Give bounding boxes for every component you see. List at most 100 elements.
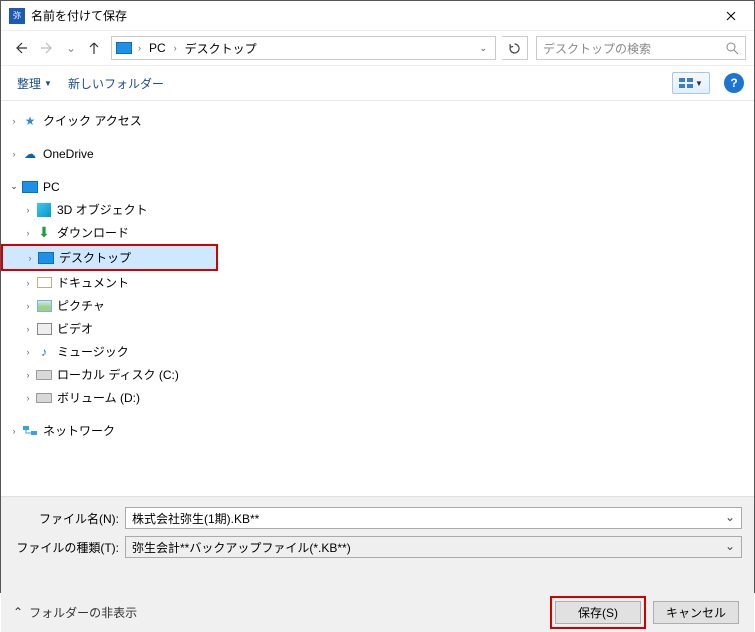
- music-icon: ♪: [35, 344, 53, 360]
- window-title: 名前を付けて保存: [31, 7, 708, 24]
- new-folder-label: 新しいフォルダー: [68, 75, 164, 92]
- tree-item-network[interactable]: › ネットワーク: [1, 419, 218, 442]
- monitor-icon: [37, 250, 55, 266]
- tree-label: デスクトップ: [59, 249, 131, 266]
- titlebar: 弥 名前を付けて保存: [1, 1, 754, 31]
- navigation-bar: ⌄ › PC › デスクトップ ⌄ デスクトップの検索: [1, 31, 754, 65]
- tree-item-videos[interactable]: › ビデオ: [1, 317, 218, 340]
- cloud-icon: ☁: [21, 146, 39, 162]
- tree-item-local-disk[interactable]: › ローカル ディスク (C:): [1, 363, 218, 386]
- organize-button[interactable]: 整理 ▼: [11, 73, 58, 94]
- chevron-right-icon[interactable]: ›: [7, 426, 21, 436]
- search-icon: [726, 42, 739, 55]
- view-options-button[interactable]: ▼: [672, 72, 710, 94]
- tree-item-music[interactable]: › ♪ ミュージック: [1, 340, 218, 363]
- chevron-right-icon[interactable]: ›: [21, 278, 35, 288]
- tree-label: ビデオ: [57, 320, 93, 337]
- tree-label: 3D オブジェクト: [57, 201, 148, 218]
- tree-item-documents[interactable]: › ドキュメント: [1, 271, 218, 294]
- chevron-right-icon[interactable]: ›: [7, 116, 21, 126]
- tree-item-pictures[interactable]: › ピクチャ: [1, 294, 218, 317]
- tree-label: OneDrive: [43, 147, 94, 161]
- tree-label: ドキュメント: [57, 274, 129, 291]
- save-button[interactable]: 保存(S): [555, 601, 641, 624]
- chevron-right-icon[interactable]: ›: [7, 149, 21, 159]
- tree-label: ボリューム (D:): [57, 389, 140, 406]
- navigation-tree: › ★ クイック アクセス › ☁ OneDrive ⌄ PC › 3D オブジ…: [1, 101, 218, 496]
- arrow-left-icon: [12, 40, 28, 56]
- network-icon: [21, 423, 39, 439]
- chevron-right-icon[interactable]: ›: [21, 205, 35, 215]
- bottom-panel: ファイル名(N): 株式会社弥生(1期).KB** ファイルの種類(T): 弥生…: [1, 496, 754, 592]
- chevron-right-icon[interactable]: ›: [21, 393, 35, 403]
- close-button[interactable]: [708, 1, 754, 31]
- search-input[interactable]: デスクトップの検索: [536, 36, 746, 60]
- hide-folders-toggle[interactable]: ⌃ フォルダーの非表示: [13, 604, 137, 621]
- up-button[interactable]: [83, 37, 105, 59]
- tree-item-desktop[interactable]: › デスクトップ: [3, 246, 216, 269]
- cancel-label: キャンセル: [666, 604, 726, 621]
- close-icon: [726, 11, 736, 21]
- tree-label: ピクチャ: [57, 297, 105, 314]
- tree-item-volume-d[interactable]: › ボリューム (D:): [1, 386, 218, 409]
- help-button[interactable]: ?: [724, 73, 744, 93]
- hide-folders-label: フォルダーの非表示: [29, 604, 137, 621]
- breadcrumb-root[interactable]: PC: [147, 39, 168, 57]
- document-icon: [35, 275, 53, 291]
- chevron-right-icon[interactable]: ›: [21, 324, 35, 334]
- arrow-right-icon: [40, 40, 56, 56]
- breadcrumb-sep-icon: ›: [136, 43, 143, 53]
- tree-item-3d-objects[interactable]: › 3D オブジェクト: [1, 198, 218, 221]
- breadcrumb-folder[interactable]: デスクトップ: [183, 38, 259, 59]
- back-button[interactable]: [9, 37, 31, 59]
- filename-label: ファイル名(N):: [13, 510, 125, 527]
- file-list-area[interactable]: [218, 101, 754, 496]
- tree-item-pc[interactable]: ⌄ PC: [1, 175, 218, 198]
- monitor-icon: [21, 179, 39, 195]
- refresh-button[interactable]: [502, 36, 528, 60]
- picture-icon: [35, 298, 53, 314]
- cube-icon: [35, 202, 53, 218]
- toolbar: 整理 ▼ 新しいフォルダー ▼ ?: [1, 65, 754, 101]
- tree-label: PC: [43, 180, 60, 194]
- main-area: › ★ クイック アクセス › ☁ OneDrive ⌄ PC › 3D オブジ…: [1, 101, 754, 496]
- chevron-down-icon: ▼: [44, 79, 52, 88]
- chevron-up-icon: ⌃: [13, 605, 23, 619]
- filetype-select[interactable]: 弥生会計**バックアップファイル(*.KB**): [125, 536, 742, 558]
- tree-label: ネットワーク: [43, 422, 115, 439]
- filename-input[interactable]: 株式会社弥生(1期).KB**: [125, 507, 742, 529]
- video-icon: [35, 321, 53, 337]
- cancel-button[interactable]: キャンセル: [653, 601, 739, 624]
- organize-label: 整理: [17, 75, 41, 92]
- download-icon: ⬇: [35, 225, 53, 241]
- history-dropdown[interactable]: ⌄: [65, 41, 77, 55]
- footer: ⌃ フォルダーの非表示 保存(S) キャンセル: [1, 592, 754, 632]
- arrow-up-icon: [87, 41, 101, 55]
- forward-button[interactable]: [37, 37, 59, 59]
- help-icon: ?: [730, 76, 737, 90]
- tree-item-onedrive[interactable]: › ☁ OneDrive: [1, 142, 218, 165]
- refresh-icon: [508, 42, 521, 55]
- tree-item-downloads[interactable]: › ⬇ ダウンロード: [1, 221, 218, 244]
- filetype-label: ファイルの種類(T):: [13, 539, 125, 556]
- view-icon: [679, 77, 693, 89]
- address-dropdown-icon[interactable]: ⌄: [475, 43, 491, 54]
- chevron-right-icon[interactable]: ›: [21, 370, 35, 380]
- save-label: 保存(S): [578, 604, 618, 621]
- chevron-right-icon[interactable]: ›: [21, 301, 35, 311]
- chevron-right-icon[interactable]: ›: [21, 347, 35, 357]
- chevron-down-icon: ▼: [695, 79, 703, 88]
- chevron-down-icon[interactable]: ⌄: [7, 181, 21, 192]
- address-bar[interactable]: › PC › デスクトップ ⌄: [111, 36, 496, 60]
- tree-label: ミュージック: [57, 343, 129, 360]
- disk-icon: [35, 390, 53, 406]
- chevron-right-icon[interactable]: ›: [23, 253, 37, 263]
- new-folder-button[interactable]: 新しいフォルダー: [62, 73, 170, 94]
- search-placeholder: デスクトップの検索: [543, 40, 726, 57]
- tree-label: クイック アクセス: [43, 112, 142, 129]
- tree-item-quick-access[interactable]: › ★ クイック アクセス: [1, 109, 218, 132]
- filetype-value: 弥生会計**バックアップファイル(*.KB**): [132, 539, 351, 556]
- chevron-right-icon[interactable]: ›: [21, 228, 35, 238]
- tree-label: ローカル ディスク (C:): [57, 366, 179, 383]
- star-icon: ★: [21, 113, 39, 129]
